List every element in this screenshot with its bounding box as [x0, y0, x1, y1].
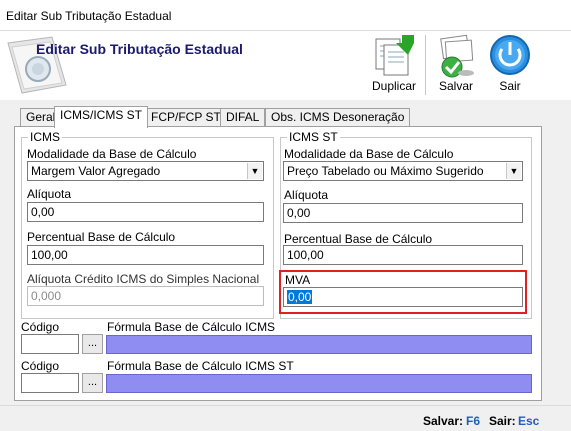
chevron-down-icon[interactable]: ▼: [247, 163, 262, 179]
icms-st-modalidade-select[interactable]: Preço Tabelado ou Máximo Sugerido ▼: [283, 161, 523, 181]
icms-st-percentual-label: Percentual Base de Cálculo: [284, 232, 433, 246]
formula-icms-field[interactable]: [106, 335, 532, 354]
save-button[interactable]: Salvar: [432, 33, 480, 93]
status-save-key: F6: [466, 414, 481, 428]
window-titlebar: Editar Sub Tributação Estadual: [0, 0, 571, 31]
chevron-down-icon[interactable]: ▼: [506, 163, 521, 179]
icms-credito-label: Alíquota Crédito ICMS do Simples Naciona…: [27, 272, 260, 286]
tab-difal[interactable]: DIFAL: [220, 108, 266, 127]
icms-st-aliquota-label: Alíquota: [284, 188, 329, 202]
form-header: Editar Sub Tributação Estadual Duplicar …: [0, 31, 571, 100]
save-icon: [440, 34, 474, 78]
formula-icms-browse-button[interactable]: ...: [82, 334, 103, 354]
window-title: Editar Sub Tributação Estadual: [6, 9, 172, 23]
formula-icms-st-label: Fórmula Base de Cálculo ICMS ST: [107, 359, 294, 373]
icms-st-mva-input[interactable]: 0,00: [283, 287, 523, 307]
duplicate-button[interactable]: Duplicar: [368, 33, 420, 93]
icms-st-mva-label: MVA: [285, 273, 311, 287]
formula-icms-st-field[interactable]: [106, 374, 532, 393]
toolbar-separator: [425, 35, 426, 95]
exit-label: Sair: [499, 79, 521, 93]
icms-aliquota-input[interactable]: 0,00: [27, 202, 264, 222]
icms-st-mva-value: 0,00: [287, 290, 313, 304]
icms-legend: ICMS: [28, 130, 62, 144]
formula-icms-code-label: Código: [21, 320, 60, 334]
icms-percentual-input[interactable]: 100,00: [27, 245, 264, 265]
icms-percentual-label: Percentual Base de Cálculo: [27, 230, 176, 244]
power-icon: [490, 35, 530, 75]
formula-icms-st-code-input[interactable]: [21, 373, 79, 393]
icms-modalidade-select[interactable]: Margem Valor Agregado ▼: [27, 161, 264, 181]
duplicate-icon: [375, 35, 414, 76]
icms-modalidade-value: Margem Valor Agregado: [31, 164, 161, 178]
formula-icms-label: Fórmula Base de Cálculo ICMS: [107, 320, 276, 334]
icms-st-modalidade-value: Preço Tabelado ou Máximo Sugerido: [287, 164, 484, 178]
tab-fcp-fcp-st[interactable]: FCP/FCP ST: [145, 108, 227, 127]
tab-obs-icms-desoneracao[interactable]: Obs. ICMS Desoneração: [265, 108, 411, 127]
icms-st-legend: ICMS ST: [287, 130, 340, 144]
tab-icms-icms-st[interactable]: ICMS/ICMS ST: [54, 106, 149, 128]
duplicate-label: Duplicar: [371, 79, 416, 93]
icms-st-modalidade-label: Modalidade da Base de Cálculo: [284, 147, 454, 161]
icms-credito-input: 0,000: [27, 286, 264, 306]
status-bar: Salvar: F6 Sair: Esc: [0, 405, 571, 431]
status-exit-text: Sair:: [489, 414, 516, 428]
exit-button[interactable]: Sair: [486, 33, 534, 93]
formula-icms-st-browse-button[interactable]: ...: [82, 373, 103, 393]
icms-st-percentual-input[interactable]: 100,00: [283, 245, 523, 265]
header-title: Editar Sub Tributação Estadual: [36, 41, 243, 57]
status-exit-key: Esc: [518, 414, 540, 428]
icms-aliquota-label: Alíquota: [27, 187, 72, 201]
tab-panel-icms: ICMS Modalidade da Base de Cálculo Marge…: [14, 126, 542, 401]
status-save-text: Salvar:: [423, 414, 464, 428]
save-label: Salvar: [438, 79, 473, 93]
icms-modalidade-label: Modalidade da Base de Cálculo: [27, 147, 197, 161]
icms-st-aliquota-input[interactable]: 0,00: [283, 203, 523, 223]
formula-icms-code-input[interactable]: [21, 334, 79, 354]
formula-icms-st-code-label: Código: [21, 359, 60, 373]
